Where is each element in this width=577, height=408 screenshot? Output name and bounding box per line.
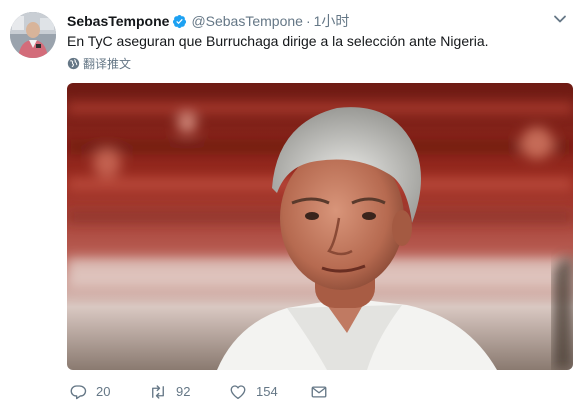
translate-tweet-link[interactable]: 翻译推文 bbox=[67, 56, 131, 72]
photo-image bbox=[67, 83, 573, 370]
retweet-count: 92 bbox=[176, 384, 191, 399]
tweet-header: SebasTempone @SebasTempone · 1小时 bbox=[67, 11, 567, 31]
separator-dot: · bbox=[305, 13, 311, 29]
heart-icon bbox=[230, 385, 246, 400]
verified-badge-icon bbox=[173, 14, 187, 29]
tweet-photo[interactable] bbox=[67, 83, 573, 370]
handle[interactable]: @SebasTempone bbox=[191, 13, 303, 29]
tweet[interactable]: SebasTempone @SebasTempone · 1小时 En TyC ase… bbox=[0, 0, 577, 408]
retweet-icon bbox=[152, 385, 164, 399]
tweet-text: En TyC aseguran que Burruchaga dirige a … bbox=[67, 33, 489, 49]
reply-icon bbox=[70, 385, 87, 400]
reply-count: 20 bbox=[96, 384, 111, 399]
timestamp[interactable]: 1小时 bbox=[314, 13, 350, 29]
globe-icon bbox=[67, 57, 80, 70]
chevron-down-icon[interactable] bbox=[553, 12, 567, 26]
translate-label: 翻译推文 bbox=[83, 57, 132, 71]
display-name[interactable]: SebasTempone bbox=[67, 13, 169, 29]
avatar[interactable] bbox=[10, 12, 56, 58]
like-count: 154 bbox=[256, 384, 278, 399]
envelope-icon bbox=[311, 386, 327, 398]
